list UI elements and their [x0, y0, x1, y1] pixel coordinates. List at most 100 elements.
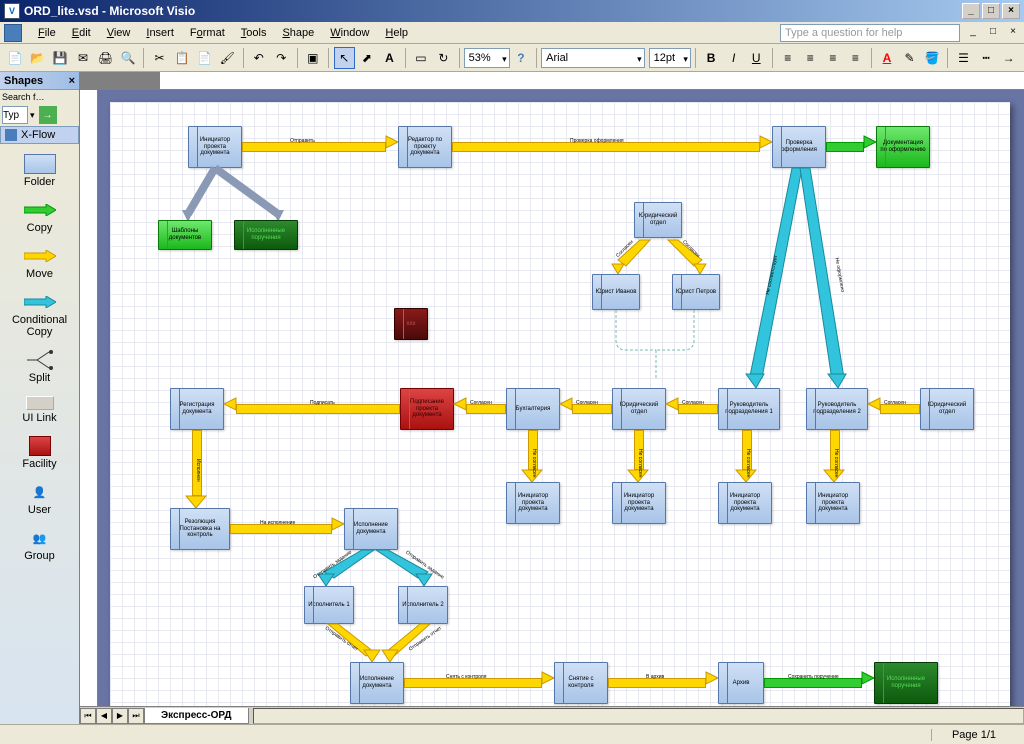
shape-user[interactable]: 👤User — [0, 476, 79, 522]
menu-shape[interactable]: Shape — [274, 25, 322, 41]
doc-restore-button[interactable]: □ — [986, 26, 1000, 40]
zoom-combo[interactable]: 53% — [464, 48, 510, 68]
shapes-button[interactable]: ▣ — [303, 47, 324, 69]
shapes-close-button[interactable]: × — [69, 75, 75, 87]
align-left-button[interactable]: ≡ — [777, 47, 798, 69]
menu-file[interactable]: FFileile — [30, 25, 64, 41]
restore-button[interactable]: □ — [982, 3, 1000, 19]
node-done-tasks-2[interactable]: Исполненные поручения — [874, 662, 938, 704]
line-ends-button[interactable]: → — [998, 47, 1019, 69]
font-size-combo[interactable]: 12pt — [649, 48, 691, 68]
shape-group[interactable]: 👥Group — [0, 522, 79, 568]
node-initiator-r4[interactable]: Инициатор проекта документа — [806, 482, 860, 524]
paste-button[interactable]: 📄 — [194, 47, 215, 69]
italic-button[interactable]: I — [723, 47, 744, 69]
node-legal-3[interactable]: Юридический отдел — [920, 388, 974, 430]
node-registration[interactable]: Регистрация документа — [170, 388, 224, 430]
shapes-search-input[interactable] — [2, 106, 28, 124]
sheet-tab-express-ord[interactable]: Экспресс-ОРД — [144, 708, 249, 724]
shape-conditional-copy[interactable]: Conditional Copy — [0, 286, 79, 344]
node-initiator-r2[interactable]: Инициатор проекта документа — [612, 482, 666, 524]
node-initiator-r1[interactable]: Инициатор проекта документа — [506, 482, 560, 524]
shape-ui-link[interactable]: UI Link — [0, 390, 79, 430]
redo-button[interactable]: ↷ — [271, 47, 292, 69]
connector-button[interactable]: ⬈ — [357, 47, 378, 69]
node-resolution[interactable]: Резолюция Постановка на контроль — [170, 508, 230, 550]
node-head-1[interactable]: Руководитель подразделения 1 — [718, 388, 780, 430]
open-button[interactable]: 📂 — [28, 47, 49, 69]
node-execution-1[interactable]: Исполнение документа — [344, 508, 398, 550]
node-lawyer-petrov[interactable]: Юрист Петров — [672, 274, 720, 310]
preview-button[interactable]: 🔍 — [118, 47, 139, 69]
align-right-button[interactable]: ≡ — [823, 47, 844, 69]
menu-insert[interactable]: Insert — [138, 25, 182, 41]
drawing-page[interactable]: Инициатор проекта документа Отправить Ре… — [110, 102, 1010, 706]
justify-button[interactable]: ≡ — [845, 47, 866, 69]
node-check-format[interactable]: Проверка оформления — [772, 126, 826, 168]
font-color-button[interactable]: A — [877, 47, 898, 69]
text-tool-button[interactable]: A — [379, 47, 400, 69]
horizontal-scrollbar[interactable] — [253, 708, 1024, 724]
node-accounting[interactable]: Бухгалтерия — [506, 388, 560, 430]
node-templates[interactable]: Шаблоны документов — [158, 220, 212, 250]
search-go-button[interactable]: → — [39, 106, 57, 124]
sheet-prev-button[interactable]: ◀ — [96, 708, 112, 724]
node-executor-2[interactable]: Исполнитель 2 — [398, 586, 448, 624]
underline-button[interactable]: U — [746, 47, 767, 69]
bold-button[interactable]: B — [701, 47, 722, 69]
menu-format[interactable]: Format — [182, 25, 233, 41]
save-button[interactable]: 💾 — [50, 47, 71, 69]
node-archive[interactable]: Архив — [718, 662, 764, 704]
node-executor-1[interactable]: Исполнитель 1 — [304, 586, 354, 624]
help-search-input[interactable]: Type a question for help — [780, 24, 960, 42]
align-center-button[interactable]: ≡ — [800, 47, 821, 69]
cut-button[interactable]: ✂ — [149, 47, 170, 69]
shape-split[interactable]: Split — [0, 344, 79, 390]
canvas-viewport[interactable]: Инициатор проекта документа Отправить Ре… — [98, 90, 1024, 706]
undo-button[interactable]: ↶ — [248, 47, 269, 69]
node-editor[interactable]: Редактор по проекту документа — [398, 126, 452, 168]
doc-minimize-button[interactable]: _ — [966, 26, 980, 40]
menu-window[interactable]: Window — [322, 25, 377, 41]
font-combo[interactable]: Arial — [541, 48, 645, 68]
fill-color-button[interactable]: 🪣 — [922, 47, 943, 69]
menu-tools[interactable]: Tools — [233, 25, 275, 41]
shape-copy[interactable]: Copy — [0, 194, 79, 240]
node-lawyer-ivanov[interactable]: Юрист Иванов — [592, 274, 640, 310]
node-done-tasks-1[interactable]: Исполненные поручения — [234, 220, 298, 250]
new-button[interactable]: 📄 — [5, 47, 26, 69]
node-facility-xxx[interactable]: xxx — [394, 308, 428, 340]
help-button[interactable]: ? — [511, 47, 532, 69]
shape-move[interactable]: Move — [0, 240, 79, 286]
node-remove-control[interactable]: Снятие с контроля — [554, 662, 608, 704]
shape-facility[interactable]: Facility — [0, 430, 79, 476]
doc-close-button[interactable]: × — [1006, 26, 1020, 40]
node-docs-format[interactable]: Документация по оформлению — [876, 126, 930, 168]
menu-edit[interactable]: Edit — [64, 25, 99, 41]
menu-help[interactable]: Help — [377, 25, 416, 41]
format-painter-button[interactable]: 🖌 — [217, 47, 238, 69]
sheet-first-button[interactable]: ⏮ — [80, 708, 96, 724]
node-legal-dept[interactable]: Юридический отдел — [634, 202, 682, 238]
node-legal-2[interactable]: Юридический отдел — [612, 388, 666, 430]
menu-view[interactable]: View — [99, 25, 139, 41]
node-initiator-1[interactable]: Инициатор проекта документа — [188, 126, 242, 168]
copy-button[interactable]: 📋 — [172, 47, 193, 69]
node-head-2[interactable]: Руководитель подразделения 2 — [806, 388, 868, 430]
line-color-button[interactable]: ✎ — [899, 47, 920, 69]
minimize-button[interactable]: _ — [962, 3, 980, 19]
print-button[interactable]: 🖨 — [95, 47, 116, 69]
stencil-xflow[interactable]: X-Flow — [0, 126, 79, 144]
pointer-tool-button[interactable]: ↖ — [334, 47, 355, 69]
node-initiator-r3[interactable]: Инициатор проекта документа — [718, 482, 772, 524]
mail-button[interactable]: ✉ — [73, 47, 94, 69]
sheet-last-button[interactable]: ⏭ — [128, 708, 144, 724]
node-execution-2[interactable]: Исполнение документа — [350, 662, 404, 704]
node-sign-project[interactable]: Подписание проекта документа — [400, 388, 454, 430]
line-pattern-button[interactable]: ┅ — [976, 47, 997, 69]
arrow-to-docs[interactable] — [826, 142, 864, 152]
line-weight-button[interactable]: ☰ — [953, 47, 974, 69]
rectangle-button[interactable]: ▭ — [411, 47, 432, 69]
rotate-button[interactable]: ↻ — [433, 47, 454, 69]
sheet-next-button[interactable]: ▶ — [112, 708, 128, 724]
